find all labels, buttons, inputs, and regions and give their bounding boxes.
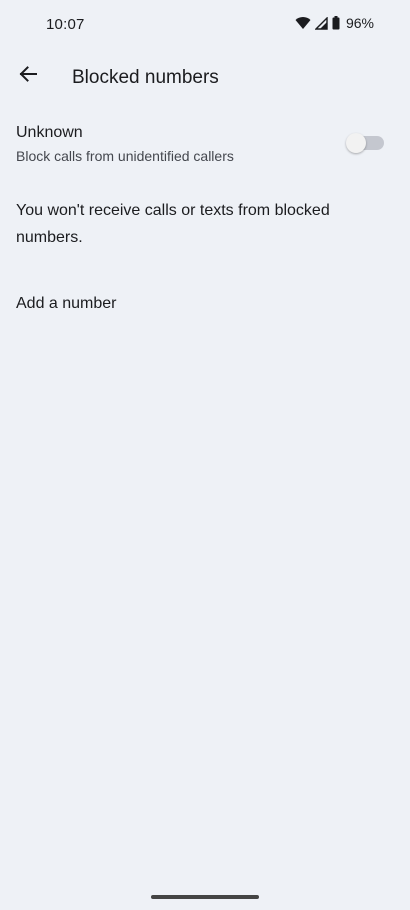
back-button[interactable] <box>8 56 48 96</box>
gesture-navigation-bar[interactable] <box>151 895 259 899</box>
block-unknown-toggle[interactable] <box>346 133 384 153</box>
signal-icon <box>314 16 328 30</box>
arrow-back-icon <box>18 64 38 89</box>
battery-percentage: 96% <box>345 15 374 31</box>
unknown-callers-setting[interactable]: Unknown Block calls from unidentified ca… <box>0 114 410 178</box>
wifi-icon <box>295 16 311 30</box>
setting-title: Unknown <box>16 124 83 141</box>
blocked-numbers-screen: 10:07 96% Blocked numbers Unknown Block … <box>0 0 410 910</box>
setting-subtitle: Block calls from unidentified callers <box>16 148 234 164</box>
battery-icon <box>332 16 340 30</box>
blocked-info-text: You won't receive calls or texts from bl… <box>16 202 330 246</box>
status-icons: 96% <box>295 15 374 31</box>
page-title: Blocked numbers <box>72 67 219 88</box>
toggle-thumb <box>346 133 366 153</box>
status-bar: 10:07 96% <box>0 0 410 50</box>
top-app-bar: Blocked numbers <box>0 52 410 104</box>
add-number-label: Add a number <box>16 295 117 312</box>
status-time: 10:07 <box>46 16 85 33</box>
add-number-button[interactable]: Add a number <box>0 280 410 328</box>
